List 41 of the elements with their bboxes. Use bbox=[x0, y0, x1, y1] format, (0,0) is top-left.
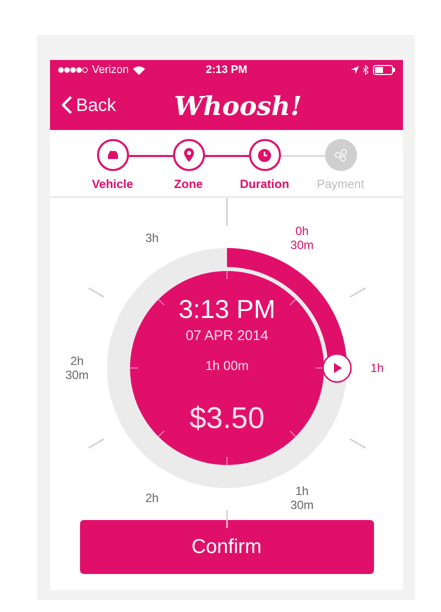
dial-hour-label[interactable]: 2h 30m bbox=[65, 354, 89, 382]
battery-icon bbox=[373, 65, 395, 75]
tick-mark bbox=[88, 438, 104, 449]
dial-hour-label[interactable]: 1h bbox=[370, 361, 384, 375]
app-logo: Whoosh! bbox=[174, 91, 302, 124]
tick-mark bbox=[226, 270, 228, 280]
play-handle[interactable] bbox=[322, 353, 352, 383]
tick-mark bbox=[226, 510, 228, 528]
tick-mark bbox=[158, 430, 165, 438]
tick-mark bbox=[289, 430, 296, 438]
dial-hour-label[interactable]: 0h 30m bbox=[290, 224, 314, 252]
price: $3.50 bbox=[189, 402, 265, 435]
tick-mark bbox=[158, 298, 165, 306]
end-time: 3:13 PM bbox=[178, 294, 276, 324]
tick-mark bbox=[226, 198, 228, 226]
clock-icon bbox=[258, 148, 271, 162]
carrier-name: Verizon bbox=[92, 62, 129, 78]
car-icon bbox=[106, 150, 120, 160]
back-button[interactable]: Back bbox=[50, 92, 116, 118]
tick-mark bbox=[350, 287, 366, 298]
bluetooth-icon bbox=[363, 65, 369, 75]
dial-hour-label[interactable]: 1h 30m bbox=[290, 484, 314, 512]
tick-mark bbox=[350, 438, 366, 449]
step-label[interactable]: Zone bbox=[174, 175, 203, 193]
tick-mark bbox=[88, 287, 104, 298]
coins-icon bbox=[334, 148, 348, 162]
wifi-icon bbox=[132, 66, 145, 74]
step-label[interactable]: Duration bbox=[240, 175, 290, 193]
dial-hour-label[interactable]: 2h bbox=[145, 490, 159, 505]
signal-icon bbox=[58, 67, 88, 73]
chevron-left-icon bbox=[62, 96, 72, 114]
step-label[interactable]: Vehicle bbox=[92, 175, 134, 193]
tick-mark bbox=[226, 456, 228, 466]
confirm-button[interactable]: Confirm bbox=[80, 520, 374, 574]
clock-time: 2:13 PM bbox=[204, 62, 248, 78]
location-pin-icon bbox=[184, 148, 194, 162]
location-arrow-icon bbox=[351, 66, 359, 74]
duration-value: 1h 00m bbox=[205, 358, 249, 373]
end-date: 07 APR 2014 bbox=[186, 327, 268, 343]
dial-hour-label[interactable]: 3h bbox=[145, 231, 159, 246]
tick-mark bbox=[289, 298, 296, 306]
